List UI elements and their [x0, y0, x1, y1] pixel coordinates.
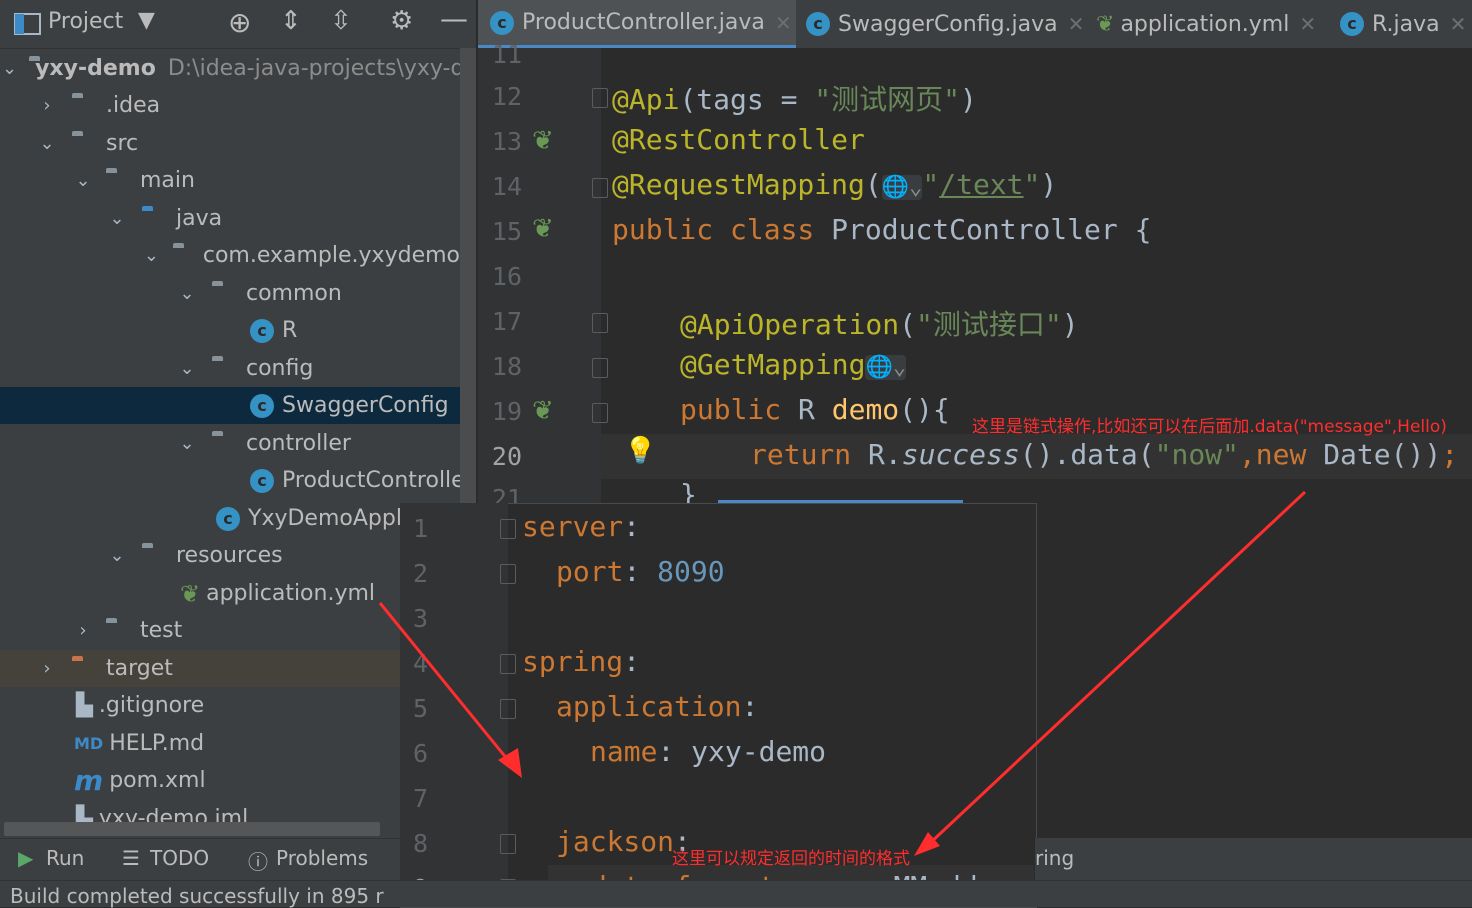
annotation-arrows — [378, 490, 1307, 856]
arrow-line — [378, 602, 514, 766]
arrow-line — [926, 490, 1307, 847]
